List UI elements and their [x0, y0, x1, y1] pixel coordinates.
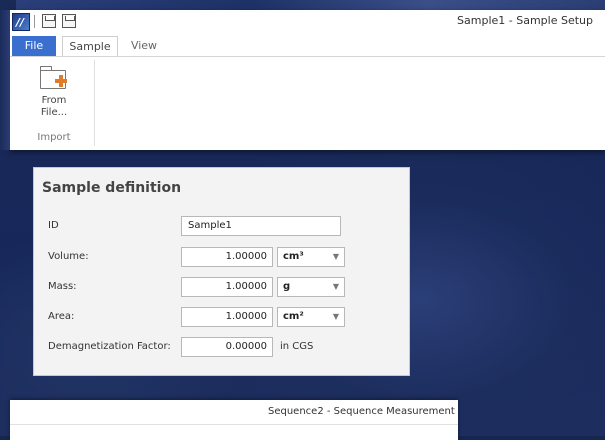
demag-field[interactable]: 0.00000	[181, 337, 273, 357]
mass-field[interactable]: 1.00000	[181, 277, 273, 297]
tab-view[interactable]: View	[126, 36, 162, 56]
mass-unit-value: g	[283, 281, 291, 292]
demag-row: Demagnetization Factor: 0.00000 in CGS	[34, 337, 411, 357]
volume-unit-select[interactable]: cm³ ▼	[277, 247, 345, 267]
volume-label: Volume:	[48, 251, 89, 262]
tab-file[interactable]: File	[12, 36, 56, 56]
toolbar-separator	[34, 15, 35, 28]
chevron-down-icon: ▼	[332, 252, 339, 261]
folder-add-icon[interactable]	[40, 64, 68, 89]
group-separator	[94, 60, 95, 146]
ribbon-divider	[10, 56, 605, 57]
area-unit-value: cm²	[283, 311, 304, 322]
title-bar: // Sample1 - Sample Setup	[10, 10, 605, 34]
import-group-label: Import	[37, 132, 71, 143]
volume-field[interactable]: 1.00000	[181, 247, 273, 267]
mass-unit-select[interactable]: g ▼	[277, 277, 345, 297]
from-file-label-line2: File...	[40, 107, 68, 118]
area-unit-select[interactable]: cm² ▼	[277, 307, 345, 327]
id-row: ID Sample1	[34, 216, 411, 236]
volume-row: Volume: 1.00000 cm³ ▼	[34, 247, 411, 267]
sequence-window-divider	[10, 424, 458, 425]
panel-title: Sample definition	[42, 180, 182, 196]
ribbon-tabs: File Sample View	[10, 36, 605, 56]
demag-label: Demagnetization Factor:	[48, 341, 171, 352]
area-field[interactable]: 1.00000	[181, 307, 273, 327]
mass-row: Mass: 1.00000 g ▼	[34, 277, 411, 297]
sequence-window-title: Sequence2 - Sequence Measurement	[268, 406, 455, 417]
area-row: Area: 1.00000 cm² ▼	[34, 307, 411, 327]
save-icon[interactable]	[42, 14, 56, 28]
save-all-icon[interactable]	[62, 14, 76, 28]
sample-definition-panel: Sample definition ID Sample1 Volume: 1.0…	[33, 167, 410, 376]
import-group: From File... Import	[26, 62, 82, 148]
id-field[interactable]: Sample1	[181, 216, 341, 236]
sequence-window: Sequence2 - Sequence Measurement	[10, 400, 458, 440]
area-label: Area:	[48, 311, 75, 322]
mass-label: Mass:	[48, 281, 77, 292]
tab-sample[interactable]: Sample	[62, 36, 118, 56]
sample-setup-window: // Sample1 - Sample Setup File Sample Vi…	[0, 10, 605, 150]
window-title: Sample1 - Sample Setup	[457, 14, 593, 27]
app-logo-icon[interactable]: //	[12, 13, 30, 31]
id-label: ID	[48, 220, 59, 231]
demag-unit: in CGS	[280, 341, 314, 352]
chevron-down-icon: ▼	[332, 312, 339, 321]
volume-unit-value: cm³	[283, 251, 304, 262]
from-file-label-line1: From	[41, 95, 67, 106]
chevron-down-icon: ▼	[332, 282, 339, 291]
from-file-button[interactable]: From File...	[26, 95, 82, 119]
